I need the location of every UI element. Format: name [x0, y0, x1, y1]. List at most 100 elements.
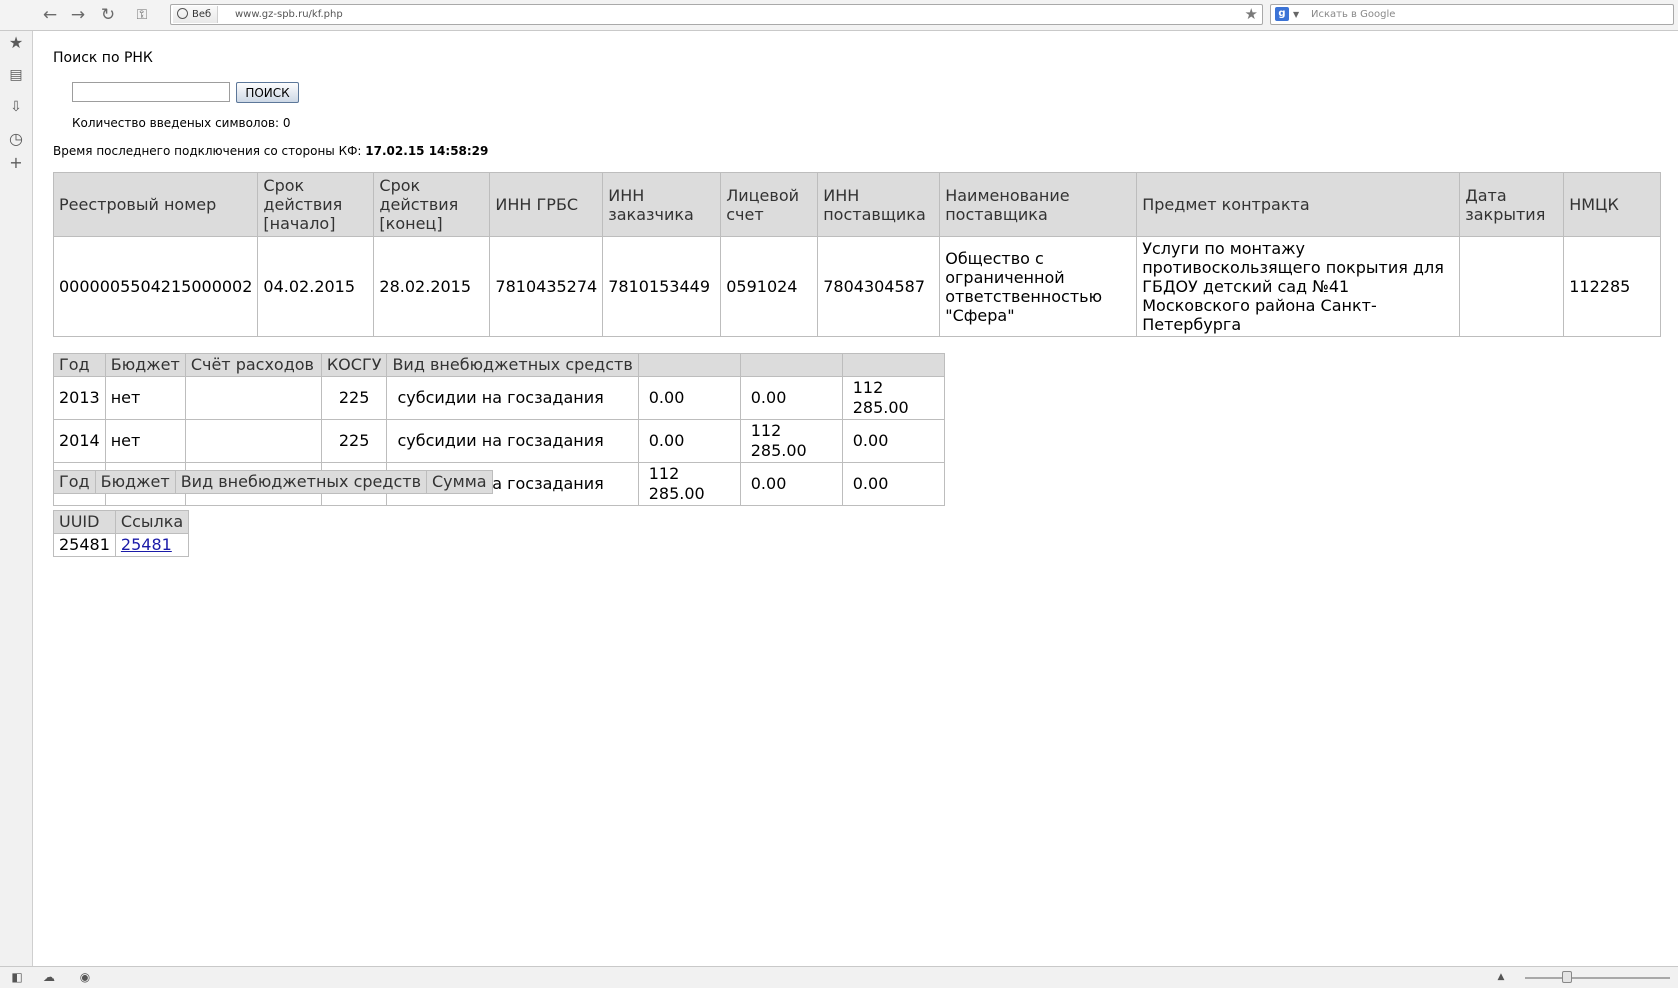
site-info-chip[interactable]: Веб — [173, 6, 219, 23]
table-header-row: Год Бюджет Вид внебюджетных средств Сумм… — [53, 470, 493, 494]
table-header — [637, 353, 741, 377]
table-header: Дата закрытия — [1459, 172, 1565, 237]
table-header: Лицевой счет — [720, 172, 819, 237]
table-header: КОСГУ — [320, 353, 388, 377]
browser-status-bar: ◧ ☁ ◉ ▲ — [0, 966, 1678, 988]
char-count-text: Количество введеных символов: 0 — [72, 116, 291, 130]
page-title: Поиск по РНК — [53, 50, 153, 66]
table-header: Предмет контракта — [1136, 172, 1461, 237]
table-cell — [184, 376, 322, 420]
extrabudget-table: Год Бюджет Вид внебюджетных средств Сумм… — [53, 470, 493, 494]
table-header: ИНН заказчика — [602, 172, 722, 237]
table-header — [841, 353, 945, 377]
table-cell: 225 — [320, 376, 388, 420]
table-header: Ссылка — [114, 510, 190, 534]
downloads-icon[interactable]: ⇩ — [6, 97, 26, 117]
table-cell: 0.00 — [841, 419, 945, 463]
table-row: 2014 нет 225 субсидии на госзадания 0.00… — [53, 419, 945, 463]
table-cell: 112285 — [1563, 236, 1661, 337]
table-cell: 0.00 — [637, 419, 741, 463]
url-text[interactable]: www.gz-spb.ru/kf.php — [235, 5, 343, 24]
reload-icon[interactable]: ↻ — [98, 5, 118, 25]
table-header: ИНН ГРБС — [489, 172, 604, 237]
cloud-icon[interactable]: ☁ — [40, 968, 58, 986]
table-header: НМЦК — [1563, 172, 1661, 237]
table-cell: Услуги по монтажу противоскользящего пок… — [1136, 236, 1461, 337]
table-cell: субсидии на госзадания — [386, 419, 639, 463]
table-row: 2013 нет 225 субсидии на госзадания 0.00… — [53, 376, 945, 420]
history-icon[interactable]: ◷ — [6, 129, 26, 149]
table-header: Срок действия [конец] — [373, 172, 491, 237]
browser-toolbar: ← → ↻ ⚿ Веб www.gz-spb.ru/kf.php ★ g ▼ И… — [0, 0, 1678, 31]
table-header: Наименование поставщика — [939, 172, 1138, 237]
notes-icon[interactable]: ▤ — [6, 65, 26, 85]
table-cell: 7810435274 — [489, 236, 604, 337]
table-header: Сумма — [426, 470, 493, 494]
table-header: Год — [53, 353, 106, 377]
forward-icon[interactable]: → — [68, 5, 88, 25]
table-cell: 0.00 — [739, 376, 843, 420]
table-cell: Общество с ограниченной ответственностью… — [939, 236, 1138, 337]
speed-dial-icon[interactable]: ◉ — [76, 968, 94, 986]
table-cell: 2014 — [53, 419, 106, 463]
arrow-up-icon[interactable]: ▲ — [1492, 968, 1510, 986]
table-header: Год — [53, 470, 96, 494]
panel-toggle-icon[interactable]: ◧ — [8, 968, 26, 986]
table-cell: 7804304587 — [817, 236, 941, 337]
table-header: UUID — [53, 510, 116, 534]
search-input[interactable] — [72, 82, 230, 102]
table-header-row: Реестровый номер Срок действия [начало] … — [52, 172, 1661, 237]
search-engine-dropdown-icon[interactable]: ▼ — [1293, 5, 1299, 24]
table-cell: субсидии на госзадания — [386, 376, 639, 420]
search-button[interactable]: ПОИСК — [236, 82, 299, 103]
table-cell: нет — [104, 376, 186, 420]
browser-sidebar: ★ ▤ ⇩ ◷ + — [0, 31, 33, 966]
uuid-link[interactable]: 25481 — [121, 535, 172, 554]
key-icon[interactable]: ⚿ — [130, 5, 154, 25]
table-cell: 0.00 — [637, 376, 741, 420]
table-header: Бюджет — [104, 353, 186, 377]
table-row: 25481 25481 — [53, 533, 190, 557]
table-header: Вид внебюджетных средств — [386, 353, 639, 377]
table-cell: 04.02.2015 — [257, 236, 375, 337]
bookmarks-icon[interactable]: ★ — [6, 33, 26, 53]
back-icon[interactable]: ← — [40, 5, 60, 25]
table-cell: нет — [104, 419, 186, 463]
table-cell: 112 285.00 — [739, 419, 843, 463]
uuid-table: UUID Ссылка 25481 25481 — [53, 510, 190, 557]
last-connection-text: Время последнего подключения со стороны … — [53, 144, 488, 158]
table-cell: 25481 — [53, 533, 116, 557]
web-label: Веб — [192, 9, 212, 20]
table-cell: 112 285.00 — [637, 462, 741, 506]
add-panel-icon[interactable]: + — [6, 153, 26, 173]
table-header: ИНН поставщика — [817, 172, 941, 237]
table-cell: 25481 — [114, 533, 190, 557]
table-cell: 0000005504215000002 — [52, 236, 259, 337]
zoom-slider-track[interactable] — [1525, 977, 1670, 979]
table-header — [739, 353, 843, 377]
table-row: 0000005504215000002 04.02.2015 28.02.201… — [52, 236, 1661, 337]
table-cell: 7810153449 — [602, 236, 722, 337]
globe-icon — [177, 8, 188, 19]
table-cell: 225 — [320, 419, 388, 463]
table-cell — [1459, 236, 1565, 337]
table-header: Бюджет — [94, 470, 176, 494]
table-header-row: Год Бюджет Счёт расходов КОСГУ Вид внебю… — [53, 353, 945, 377]
search-placeholder[interactable]: Искать в Google — [1311, 5, 1395, 24]
contract-table: Реестровый номер Срок действия [начало] … — [52, 172, 1661, 337]
table-header-row: UUID Ссылка — [53, 510, 190, 534]
table-header: Срок действия [начало] — [257, 172, 375, 237]
google-icon[interactable]: g — [1275, 7, 1289, 21]
table-cell: 2013 — [53, 376, 106, 420]
table-cell: 112 285.00 — [841, 376, 945, 420]
bookmark-star-icon[interactable]: ★ — [1245, 5, 1258, 24]
table-header: Счёт расходов — [184, 353, 322, 377]
table-cell: 0.00 — [841, 462, 945, 506]
last-connection-value: 17.02.15 14:58:29 — [365, 144, 489, 158]
address-bar[interactable]: Веб www.gz-spb.ru/kf.php ★ — [170, 4, 1263, 25]
table-cell — [184, 419, 322, 463]
zoom-slider-handle[interactable] — [1562, 971, 1572, 983]
google-search-box[interactable]: g ▼ Искать в Google — [1270, 4, 1674, 25]
table-header: Вид внебюджетных средств — [174, 470, 428, 494]
table-header: Реестровый номер — [52, 172, 259, 237]
